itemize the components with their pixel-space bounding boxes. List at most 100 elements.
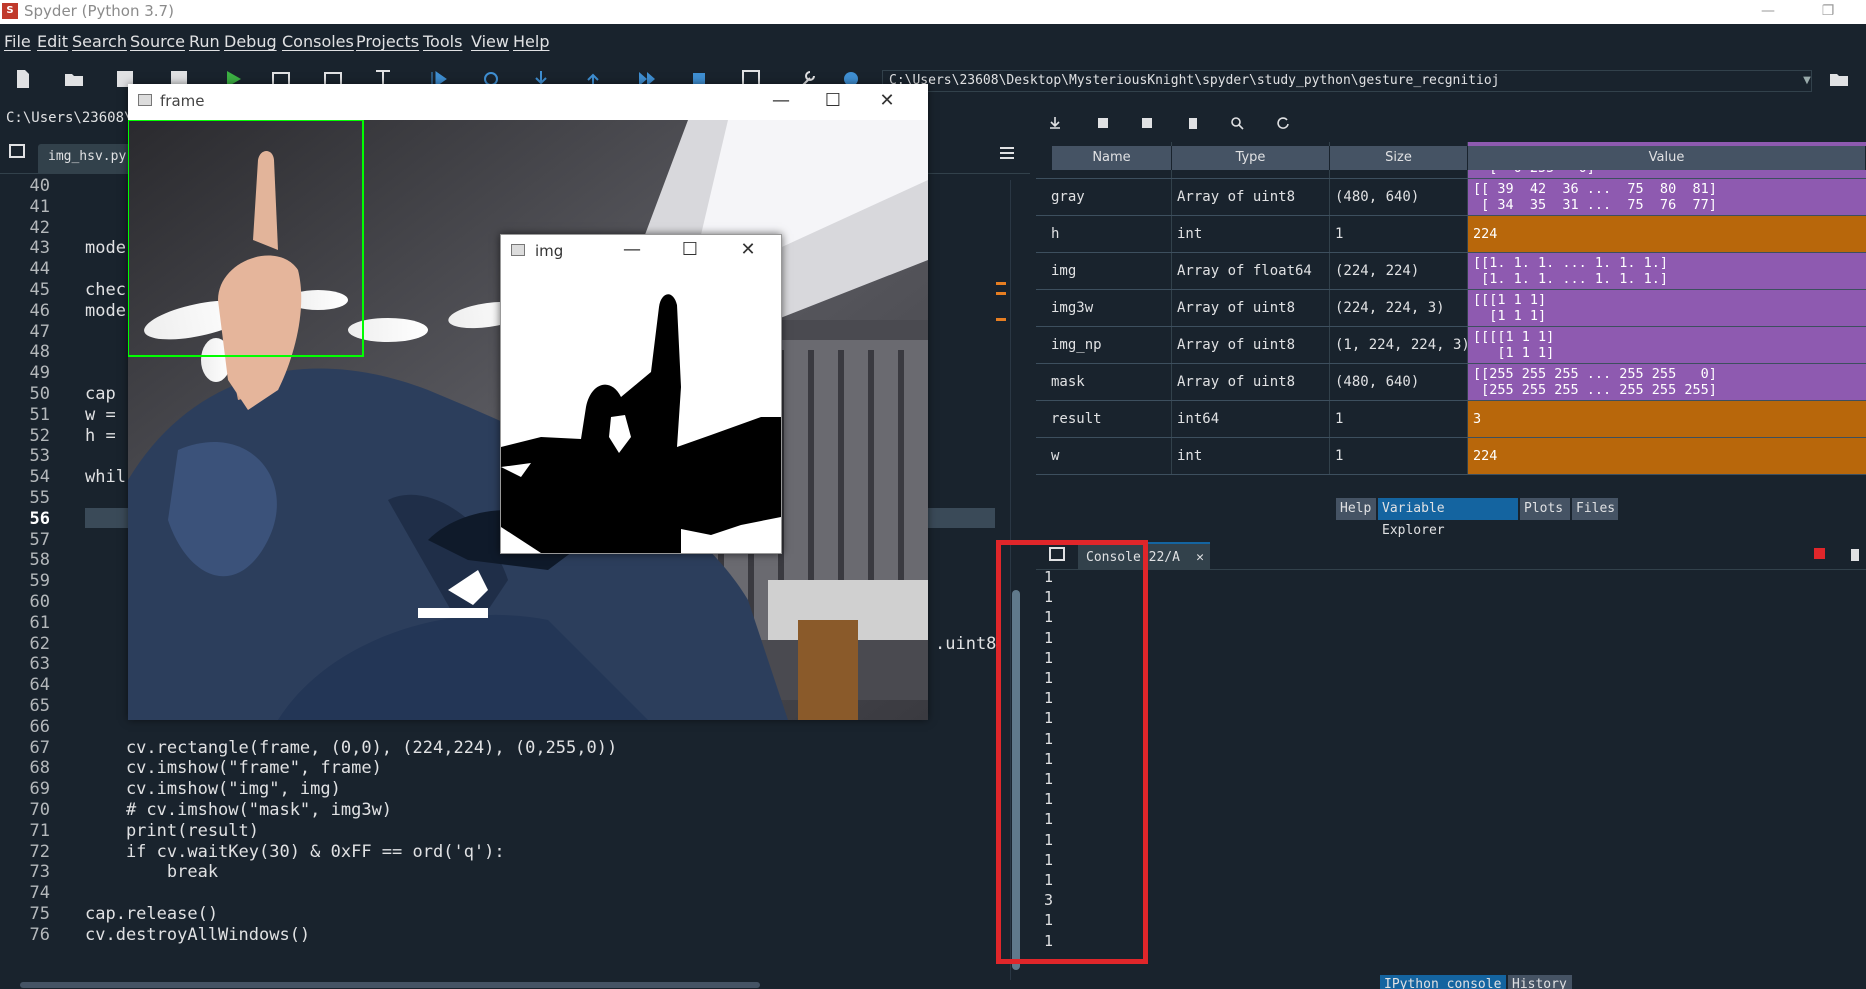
menu-tools[interactable]: Tools: [423, 32, 462, 51]
spyder-logo-icon: S: [2, 3, 18, 19]
img-window-titlebar[interactable]: img — ☐ ✕: [501, 235, 781, 267]
minimize-button[interactable]: —: [617, 239, 647, 261]
line-number: 57: [29, 529, 50, 550]
tab-files[interactable]: Files: [1572, 498, 1618, 520]
variable-type: Array of uint8: [1172, 327, 1330, 363]
variable-row[interactable]: h int 1 224: [1036, 216, 1866, 253]
search-icon[interactable]: [1230, 116, 1244, 130]
variable-value: 224: [1468, 438, 1866, 474]
highlight-box: [996, 540, 1148, 964]
variable-value: [[ 39 42 36 ... 75 80 81] [ 34 35 31 ...…: [1468, 179, 1866, 215]
refresh-icon[interactable]: [1276, 116, 1290, 130]
import-data-icon[interactable]: [1048, 116, 1062, 130]
console-output[interactable]: 1111111111111111311: [1036, 568, 1866, 972]
variable-name: img3w: [1046, 290, 1172, 326]
chevron-down-icon[interactable]: ▼: [1800, 70, 1814, 92]
window-icon: [511, 244, 525, 256]
menu-edit[interactable]: Edit: [37, 32, 68, 51]
column-header-size[interactable]: Size: [1330, 146, 1468, 170]
code-line: whil: [85, 467, 126, 488]
code-line: cap: [85, 384, 116, 404]
menu-source[interactable]: Source: [130, 32, 185, 51]
variable-type: int: [1172, 438, 1330, 474]
maximize-button[interactable]: ☐: [818, 90, 848, 112]
line-number: 49: [29, 363, 50, 384]
line-number: 42: [29, 217, 50, 238]
code-line: cv.imshow("img", img): [85, 779, 341, 800]
line-number: 58: [29, 550, 50, 571]
options-menu-icon[interactable]: [998, 144, 1016, 162]
variable-type: Array of float64: [1172, 253, 1330, 289]
save-data-as-icon[interactable]: [1140, 116, 1154, 130]
line-number: 64: [29, 675, 50, 696]
line-number: 52: [29, 425, 50, 446]
variable-row[interactable]: mask Array of uint8 (480, 640) [[255 255 25…: [1036, 364, 1866, 401]
variable-name: result: [1046, 401, 1172, 437]
variable-type: int64: [1172, 401, 1330, 437]
working-directory-field[interactable]: C:\Users\23608\Desktop\MysteriousKnight\…: [882, 70, 1812, 92]
menu-consoles[interactable]: Consoles: [282, 32, 354, 51]
new-file-icon[interactable]: [12, 68, 34, 90]
close-button[interactable]: ✕: [872, 90, 902, 112]
line-number: 76: [29, 924, 50, 945]
line-number: 69: [29, 779, 50, 800]
save-data-icon[interactable]: [1096, 116, 1110, 130]
variable-row[interactable]: img_np Array of uint8 (1, 224, 224, 3)[[[[…: [1036, 327, 1866, 364]
tab-variable-explorer[interactable]: Variable Explorer: [1378, 498, 1518, 538]
stop-kernel-icon[interactable]: [1814, 548, 1825, 559]
remove-icon[interactable]: [1848, 546, 1862, 562]
browse-tabs-icon[interactable]: [8, 142, 26, 160]
browse-folder-icon[interactable]: [1828, 68, 1850, 90]
open-folder-icon[interactable]: [63, 68, 85, 90]
warning-marker[interactable]: [996, 292, 1006, 295]
tab-img-hsv[interactable]: img_hsv.py: [38, 144, 138, 174]
line-number: 55: [29, 488, 50, 508]
variable-size: 1: [1330, 438, 1468, 474]
variable-row[interactable]: img3w Array of uint8 (224, 224, 3) [[[1 1 1…: [1036, 290, 1866, 327]
restore-button[interactable]: ❐: [1806, 0, 1850, 22]
menu-view[interactable]: View: [471, 32, 509, 51]
code-line: .uint8: [935, 633, 997, 654]
variable-type: Array of uint8: [1172, 290, 1330, 326]
remove-all-icon[interactable]: [1186, 116, 1200, 130]
column-header-type[interactable]: Type: [1172, 146, 1330, 170]
tab-plots[interactable]: Plots: [1520, 498, 1570, 520]
img-window[interactable]: img — ☐ ✕: [500, 234, 782, 554]
variable-row[interactable]: gray Array of uint8 (480, 640)[[ 39 42 36 …: [1036, 179, 1866, 216]
menu-search[interactable]: Search: [72, 32, 127, 51]
warning-marker[interactable]: [996, 282, 1006, 285]
minimize-button[interactable]: —: [1746, 0, 1790, 22]
menu-help[interactable]: Help: [513, 32, 549, 51]
line-number: 71: [29, 820, 50, 841]
frame-window-titlebar[interactable]: frame — ☐ ✕: [128, 84, 928, 120]
close-button[interactable]: ✕: [733, 239, 763, 261]
img-window-title: img: [535, 242, 564, 260]
code-line: chec: [85, 280, 126, 300]
variable-row[interactable]: img Array of float64 (224, 224) [[1. 1. 1. …: [1036, 253, 1866, 290]
code-line: mode: [85, 238, 126, 259]
line-number: 45: [29, 280, 50, 300]
variable-name: h: [1046, 216, 1172, 252]
close-icon[interactable]: ✕: [1196, 544, 1204, 572]
menu-run[interactable]: Run: [189, 32, 220, 51]
code-line: cv.destroyAllWindows(): [85, 924, 311, 945]
minimize-button[interactable]: —: [766, 90, 796, 112]
column-header-value[interactable]: Value: [1468, 146, 1866, 170]
line-number: 61: [29, 612, 50, 633]
menu-file[interactable]: File: [4, 32, 31, 51]
menu-debug[interactable]: Debug: [224, 32, 277, 51]
warning-marker[interactable]: [996, 318, 1006, 321]
menu-projects[interactable]: Projects: [356, 32, 419, 51]
line-number: 41: [29, 196, 50, 217]
maximize-button[interactable]: ☐: [675, 239, 705, 261]
line-number: 65: [29, 696, 50, 716]
variable-row[interactable]: w int 1 224: [1036, 438, 1866, 475]
line-number: 62: [29, 633, 50, 654]
console-tab-bar: Console 22/A ✕: [1036, 540, 1866, 570]
tab-help[interactable]: Help: [1336, 498, 1376, 520]
variable-row[interactable]: result int64 1 3: [1036, 401, 1866, 438]
tab-history[interactable]: History: [1508, 975, 1572, 989]
editor-horizontal-scrollbar[interactable]: [20, 982, 760, 988]
tab-ipython-console[interactable]: IPython console: [1380, 975, 1506, 989]
column-header-name[interactable]: Name: [1052, 146, 1172, 170]
